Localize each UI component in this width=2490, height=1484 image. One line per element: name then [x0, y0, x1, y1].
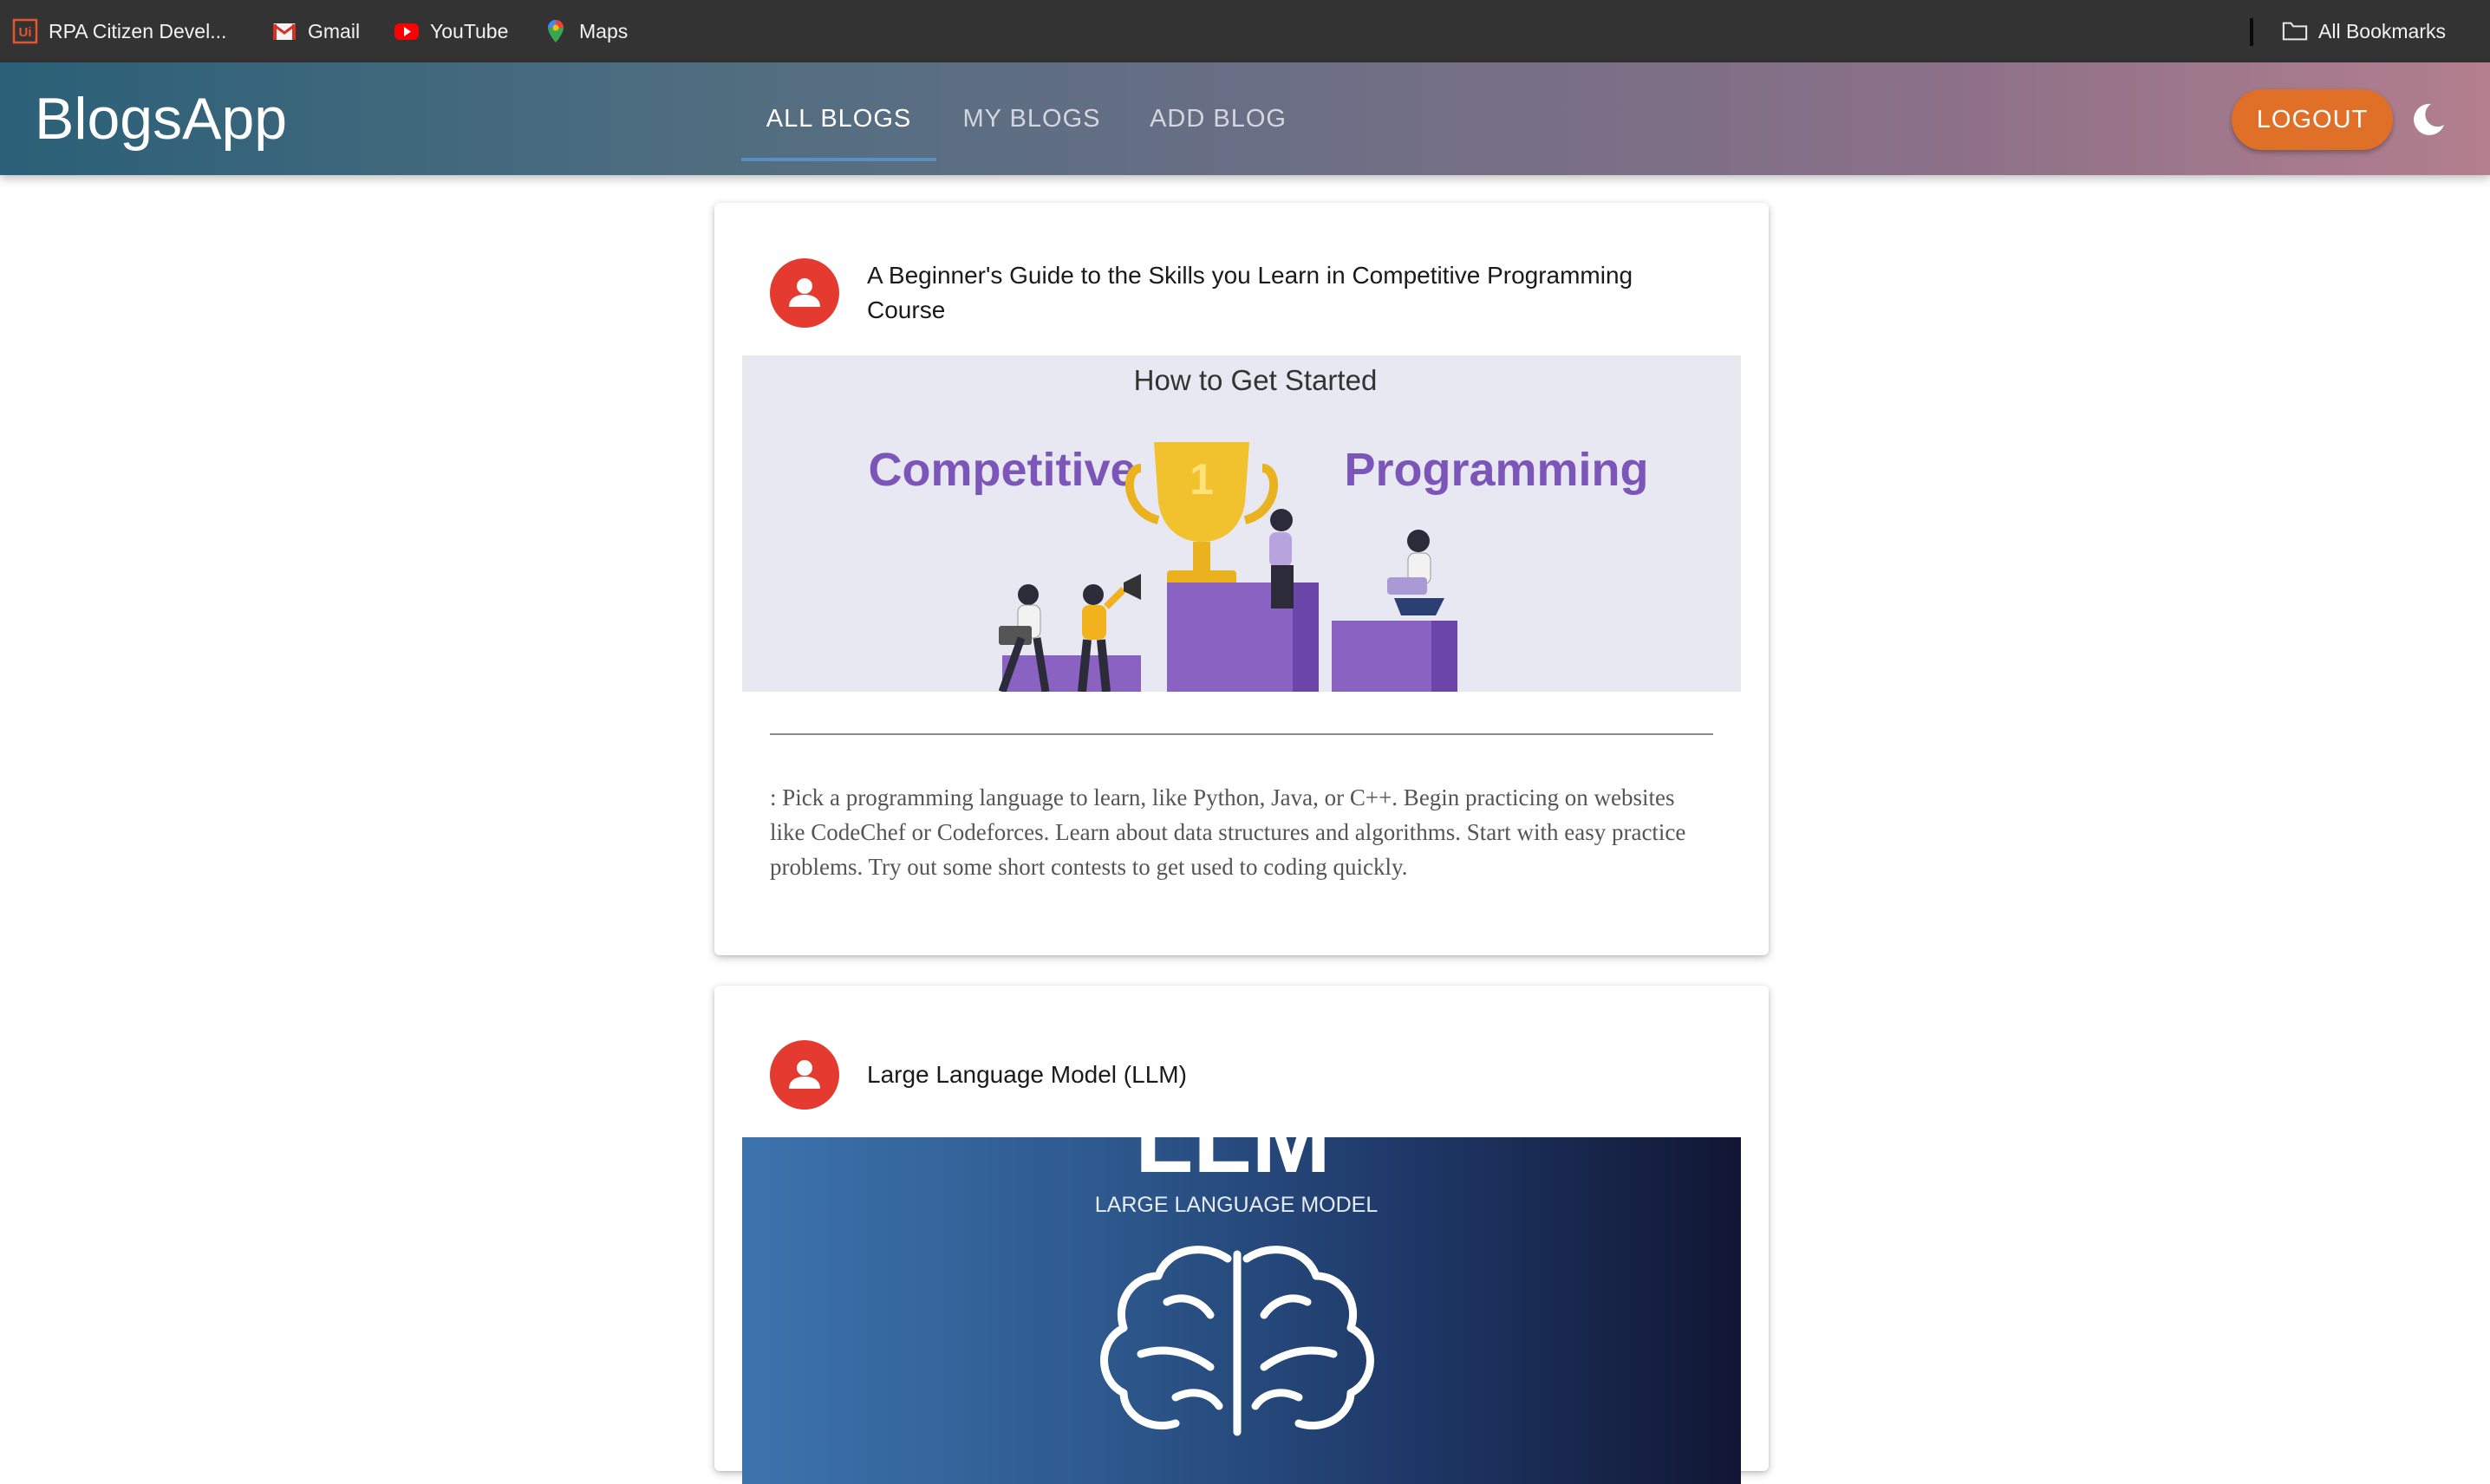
image-subtitle: LARGE LANGUAGE MODEL: [1095, 1193, 1379, 1217]
person-on-second-podium: [1387, 530, 1444, 615]
svg-text:Ui: Ui: [19, 25, 32, 40]
moon-icon: [2414, 103, 2444, 135]
blog-title[interactable]: Large Language Model (LLM): [867, 1058, 1699, 1092]
blog-card[interactable]: Large Language Model (LLM) LLM LARGE LAN…: [714, 986, 1769, 1484]
avatar: [770, 258, 839, 328]
competitive-programming-illustration: How to Get Started Competitive Programmi…: [868, 364, 1649, 692]
theme-toggle-button[interactable]: [2408, 99, 2449, 140]
folder-icon: [2282, 18, 2308, 44]
blog-image: How to Get Started Competitive Programmi…: [742, 355, 1741, 692]
bookmark-gmail[interactable]: Gmail: [271, 0, 360, 62]
bookmark-label: RPA Citizen Devel...: [49, 19, 227, 42]
active-tab-indicator: [741, 158, 936, 161]
youtube-icon: [394, 18, 420, 44]
bookmark-label: Gmail: [308, 19, 361, 42]
bookmark-youtube[interactable]: YouTube: [394, 0, 508, 62]
bookmark-maps[interactable]: Maps: [543, 0, 628, 62]
avatar: [770, 1040, 839, 1110]
tab-my-blogs[interactable]: MY BLOGS: [954, 62, 1110, 175]
bookmarks-bar: Ui RPA Citizen Devel... Gmail YouTube Ma…: [0, 0, 2490, 62]
image-big-text: LLM: [1135, 1137, 1331, 1193]
image-right-word: Programming: [1344, 444, 1648, 496]
bookmark-label: Maps: [579, 19, 629, 42]
all-bookmarks-button[interactable]: All Bookmarks: [2282, 0, 2446, 62]
person-icon: [789, 278, 820, 307]
blog-description: : Pick a programming language to learn, …: [770, 784, 1686, 880]
image-heading: How to Get Started: [1134, 364, 1378, 396]
all-bookmarks-label: All Bookmarks: [2318, 19, 2446, 42]
bookmark-label: YouTube: [430, 19, 509, 42]
card-divider: [770, 733, 1713, 735]
uipath-icon: Ui: [12, 18, 38, 44]
logout-button[interactable]: LOGOUT: [2232, 89, 2393, 150]
image-left-word: Competitive: [868, 444, 1136, 496]
blog-image: LLM LARGE LANGUAGE MODEL: [742, 1137, 1741, 1484]
blog-title[interactable]: A Beginner's Guide to the Skills you Lea…: [867, 258, 1699, 328]
gmail-icon: [271, 18, 297, 44]
app-bar: BlogsApp ALL BLOGS MY BLOGS ADD BLOG LOG…: [0, 62, 2490, 175]
person-on-first-podium: [1269, 509, 1294, 609]
bookmark-rpa[interactable]: Ui RPA Citizen Devel...: [12, 0, 226, 62]
person-icon: [789, 1060, 820, 1089]
app-brand[interactable]: BlogsApp: [35, 62, 287, 175]
brain-icon: [1100, 1246, 1374, 1436]
maps-icon: [543, 18, 569, 44]
trophy-icon: 1: [1125, 442, 1278, 589]
llm-illustration: LLM LARGE LANGUAGE MODEL: [1095, 1137, 1379, 1436]
podium-third: [1002, 655, 1141, 692]
blog-card[interactable]: A Beginner's Guide to the Skills you Lea…: [714, 203, 1769, 955]
tab-add-blog[interactable]: ADD BLOG: [1136, 62, 1300, 175]
trophy-number: 1: [1190, 455, 1214, 504]
bookmarks-separator: [2250, 18, 2253, 46]
